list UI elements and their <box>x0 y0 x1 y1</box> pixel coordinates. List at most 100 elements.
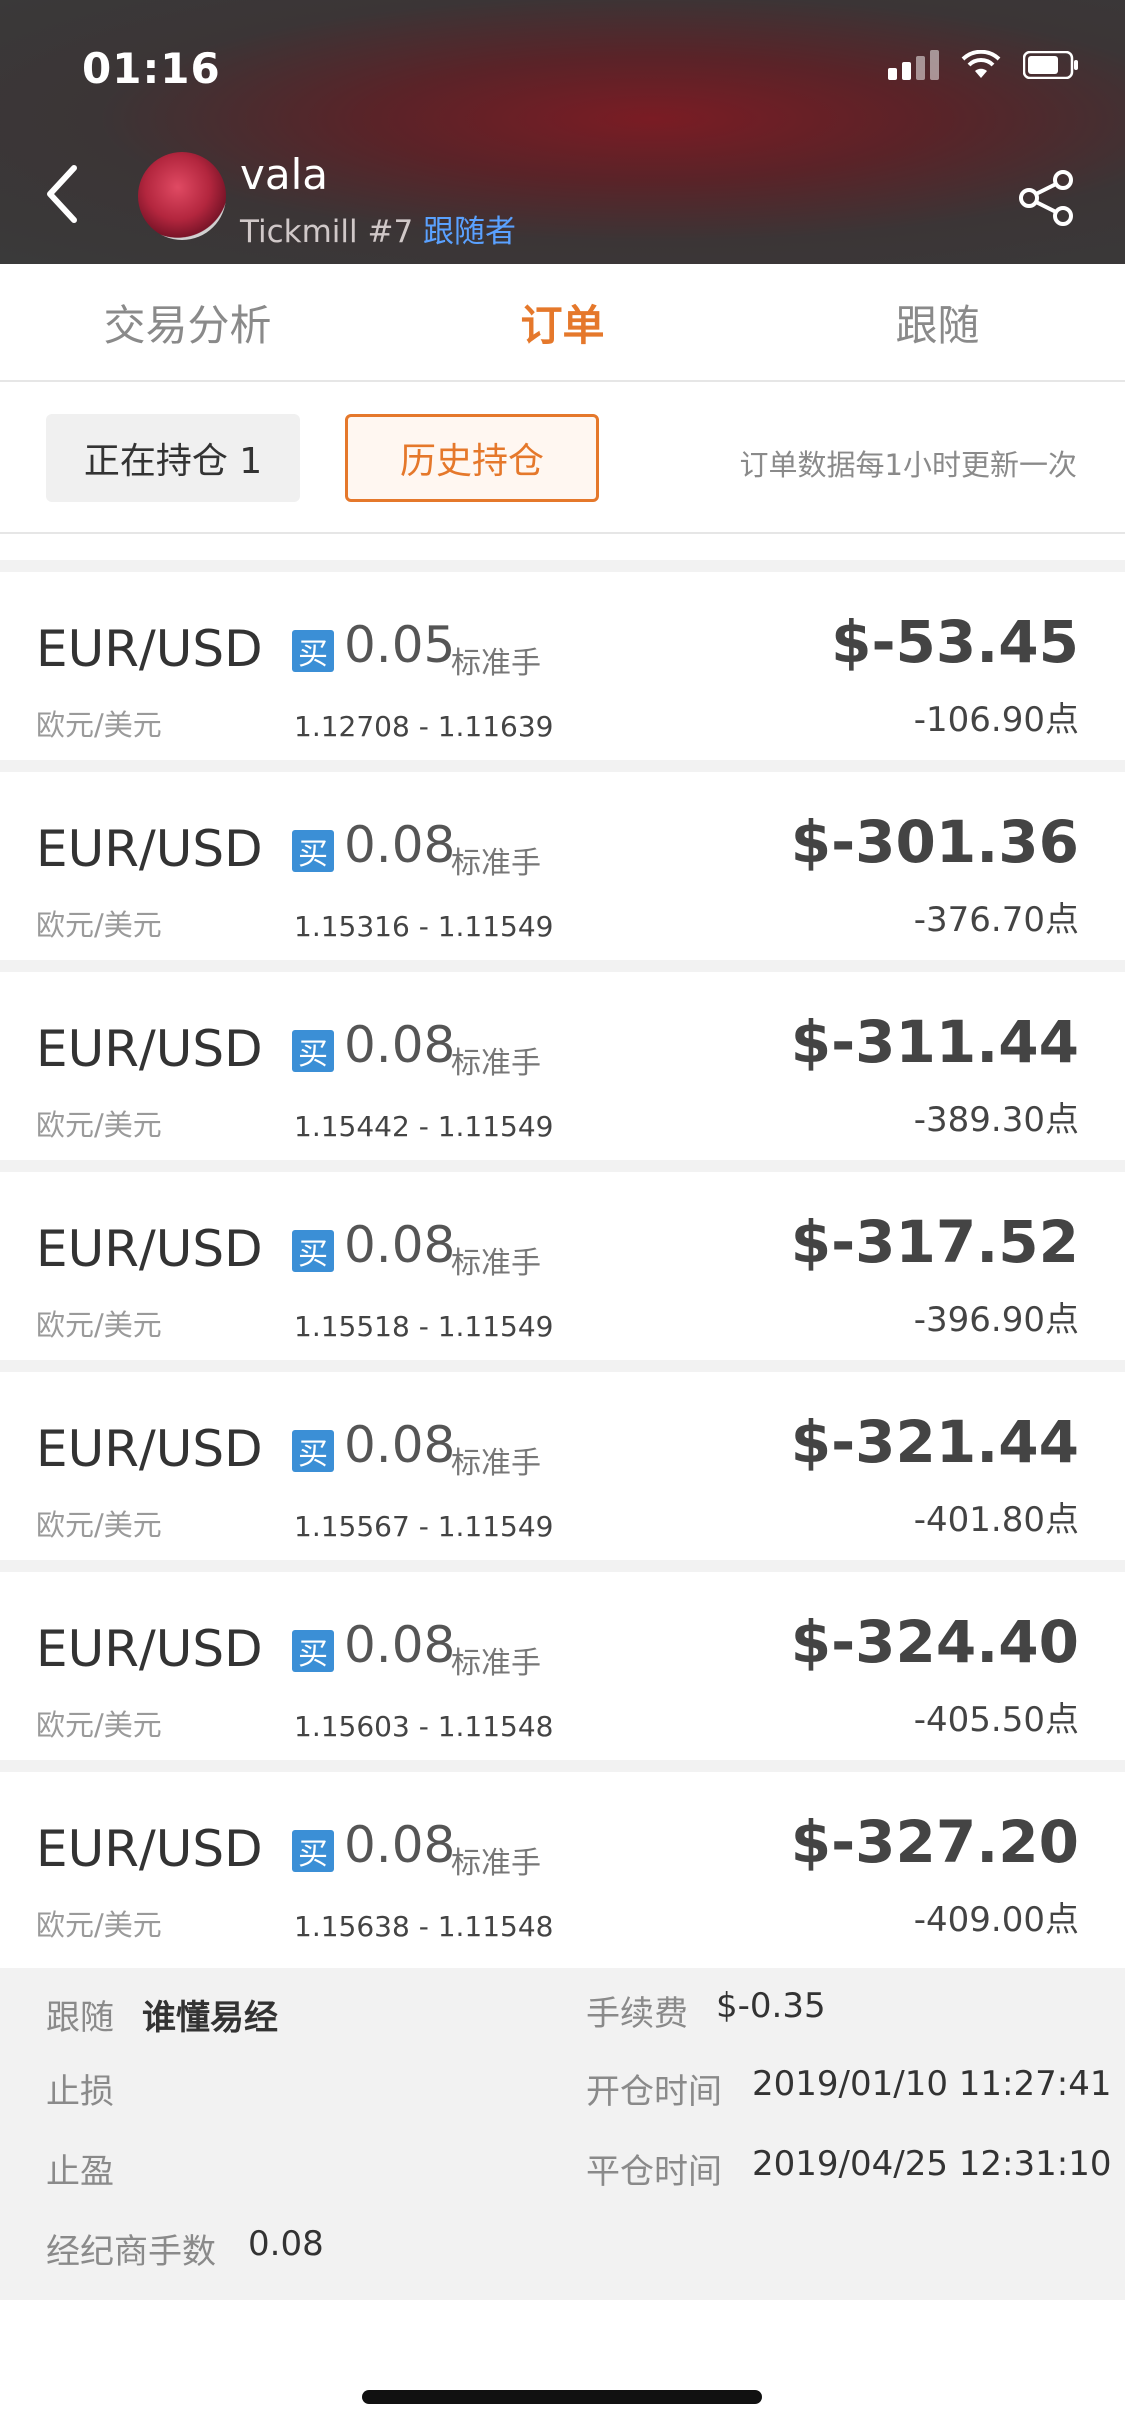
order-symbol: EUR/USD <box>36 1820 263 1878</box>
order-pnl: $-327.20 <box>790 1808 1079 1876</box>
tab-trade-analysis[interactable]: 交易分析 <box>0 264 375 380</box>
buy-badge: 买 <box>292 630 334 672</box>
open-time-label: 开仓时间 <box>586 2072 722 2112</box>
order-lot-unit: 标准手 <box>451 1246 541 1281</box>
orders-list: EUR/USD 欧元/美元 买 0.05 标准手 1.12708 - 1.116… <box>0 560 1125 1960</box>
buy-badge: 买 <box>292 1030 334 1072</box>
order-points: -376.70点 <box>913 900 1079 940</box>
stoploss-label: 止损 <box>46 2072 114 2112</box>
order-points: -409.00点 <box>913 1900 1079 1940</box>
order-symbol: EUR/USD <box>36 1420 263 1478</box>
order-symbol: EUR/USD <box>36 820 263 878</box>
broker-line: Tickmill #7 跟随者 <box>240 206 516 251</box>
order-symbol-cn: 欧元/美元 <box>36 708 162 742</box>
close-time-label: 平仓时间 <box>586 2152 722 2192</box>
chevron-left-icon <box>47 165 77 223</box>
order-lot-unit: 标准手 <box>451 1046 541 1081</box>
order-pnl: $-311.44 <box>790 1008 1079 1076</box>
order-points: -401.80点 <box>913 1500 1079 1540</box>
order-lots: 0.08 <box>344 1616 456 1674</box>
tab-orders[interactable]: 订单 <box>375 264 750 380</box>
order-lot-unit: 标准手 <box>451 1846 541 1881</box>
order-symbol: EUR/USD <box>36 1020 263 1078</box>
order-prices: 1.15638 - 1.11548 <box>294 1910 554 1943</box>
order-symbol-cn: 欧元/美元 <box>36 1708 162 1742</box>
order-lots: 0.08 <box>344 1416 456 1474</box>
tab-bar: 交易分析 订单 跟随 <box>0 264 1125 382</box>
back-button[interactable] <box>40 162 84 226</box>
order-row[interactable]: EUR/USD 欧元/美元 买 0.08 标准手 1.15567 - 1.115… <box>0 1372 1125 1560</box>
order-symbol: EUR/USD <box>36 620 263 678</box>
order-prices: 1.12708 - 1.11639 <box>294 710 554 743</box>
open-time-value: 2019/01/10 11:27:41 <box>752 2064 1112 2104</box>
order-pnl: $-321.44 <box>790 1408 1079 1476</box>
order-prices: 1.15316 - 1.11549 <box>294 910 554 943</box>
order-points: -106.90点 <box>913 700 1079 740</box>
takeprofit-label: 止盈 <box>46 2152 114 2192</box>
update-hint: 订单数据每1小时更新一次 <box>739 448 1077 482</box>
share-button[interactable] <box>1015 166 1079 230</box>
order-symbol-cn: 欧元/美元 <box>36 1308 162 1342</box>
order-symbol-cn: 欧元/美元 <box>36 1908 162 1942</box>
battery-icon <box>1023 51 1079 79</box>
position-filter-bar: 正在持仓 1 历史持仓 订单数据每1小时更新一次 <box>0 384 1125 534</box>
home-indicator[interactable] <box>362 2390 762 2404</box>
buy-badge: 买 <box>292 1230 334 1272</box>
status-icons <box>888 50 1079 80</box>
fee-label: 手续费 <box>586 1994 688 2034</box>
buy-badge: 买 <box>292 830 334 872</box>
follow-label: 跟随 <box>46 1998 114 2038</box>
order-lots: 0.08 <box>344 816 456 874</box>
trader-name: vala <box>240 150 328 199</box>
order-points: -405.50点 <box>913 1700 1079 1740</box>
tab-follow[interactable]: 跟随 <box>750 264 1125 380</box>
order-prices: 1.15567 - 1.11549 <box>294 1510 554 1543</box>
order-symbol-cn: 欧元/美元 <box>36 1508 162 1542</box>
history-positions-button[interactable]: 历史持仓 <box>345 414 599 502</box>
order-lots: 0.05 <box>344 616 456 674</box>
broker-lots-label: 经纪商手数 <box>46 2232 216 2272</box>
order-symbol-cn: 欧元/美元 <box>36 1108 162 1142</box>
order-pnl: $-324.40 <box>790 1608 1079 1676</box>
avatar[interactable] <box>138 152 226 240</box>
order-lot-unit: 标准手 <box>451 1446 541 1481</box>
order-symbol-cn: 欧元/美元 <box>36 908 162 942</box>
order-prices: 1.15442 - 1.11549 <box>294 1110 554 1143</box>
order-row-expanded[interactable]: EUR/USD 欧元/美元 买 0.08 标准手 1.15638 - 1.115… <box>0 1772 1125 1960</box>
order-row[interactable]: EUR/USD 欧元/美元 买 0.08 标准手 1.15316 - 1.115… <box>0 772 1125 960</box>
followers-link[interactable]: 跟随者 <box>423 214 516 250</box>
order-lots: 0.08 <box>344 1016 456 1074</box>
buy-badge: 买 <box>292 1830 334 1872</box>
broker-account: Tickmill #7 <box>240 214 414 250</box>
order-pnl: $-53.45 <box>831 608 1079 676</box>
order-lot-unit: 标准手 <box>451 646 541 681</box>
order-row[interactable]: EUR/USD 欧元/美元 买 0.08 标准手 1.15603 - 1.115… <box>0 1572 1125 1760</box>
order-row[interactable]: EUR/USD 欧元/美元 买 0.08 标准手 1.15518 - 1.115… <box>0 1172 1125 1360</box>
order-symbol: EUR/USD <box>36 1220 263 1278</box>
order-points: -389.30点 <box>913 1100 1079 1140</box>
wifi-icon <box>961 50 1001 80</box>
status-time: 01:16 <box>82 44 221 93</box>
order-lot-unit: 标准手 <box>451 846 541 881</box>
fee-value: $-0.35 <box>716 1986 826 2026</box>
order-pnl: $-317.52 <box>790 1208 1079 1276</box>
cellular-signal-icon <box>888 50 939 80</box>
order-lots: 0.08 <box>344 1216 456 1274</box>
order-points: -396.90点 <box>913 1300 1079 1340</box>
order-symbol: EUR/USD <box>36 1620 263 1678</box>
profile-header: 01:16 vala Tickmill #7 跟随者 <box>0 0 1125 264</box>
order-prices: 1.15518 - 1.11549 <box>294 1310 554 1343</box>
order-row[interactable]: EUR/USD 欧元/美元 买 0.08 标准手 1.15442 - 1.115… <box>0 972 1125 1160</box>
order-row[interactable]: EUR/USD 欧元/美元 买 0.05 标准手 1.12708 - 1.116… <box>0 572 1125 760</box>
order-detail-panel: 跟随 谁懂易经 手续费 $-0.35 止损 开仓时间 2019/01/10 11… <box>0 1968 1125 2300</box>
order-lots: 0.08 <box>344 1816 456 1874</box>
order-lot-unit: 标准手 <box>451 1646 541 1681</box>
order-prices: 1.15603 - 1.11548 <box>294 1710 554 1743</box>
broker-lots-value: 0.08 <box>248 2224 324 2264</box>
open-positions-button[interactable]: 正在持仓 1 <box>46 414 300 502</box>
buy-badge: 买 <box>292 1430 334 1472</box>
share-icon <box>1019 170 1073 226</box>
close-time-value: 2019/04/25 12:31:10 <box>752 2144 1112 2184</box>
buy-badge: 买 <box>292 1630 334 1672</box>
order-pnl: $-301.36 <box>790 808 1079 876</box>
